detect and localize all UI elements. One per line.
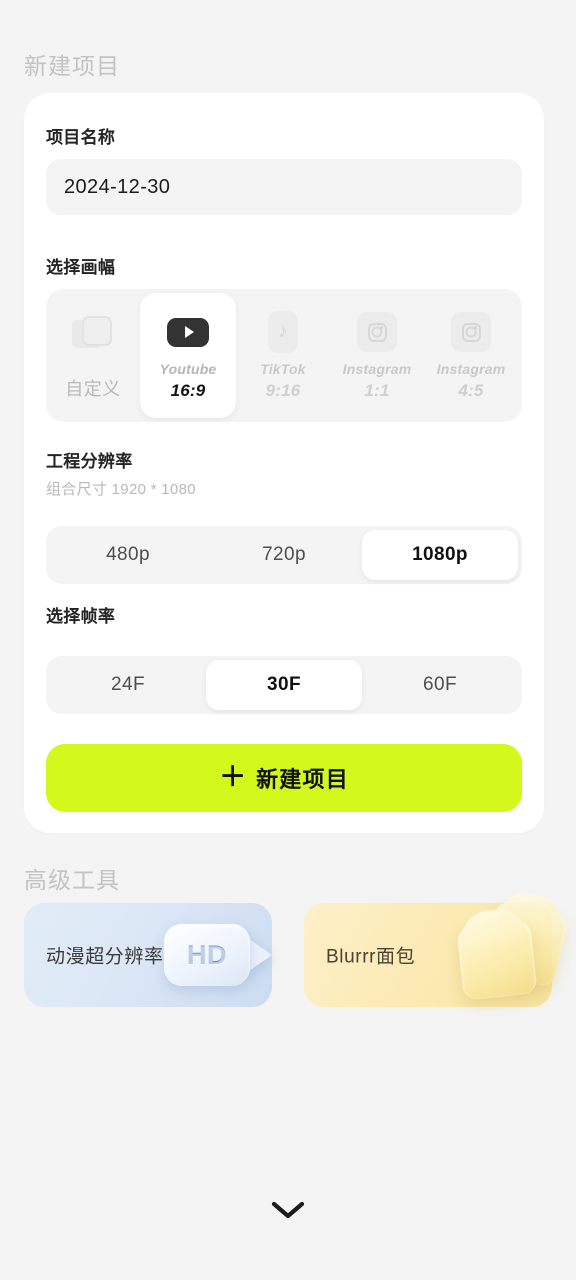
resolution-label: 工程分辨率 — [46, 452, 133, 471]
aspect-option-instagram-4-5[interactable]: Instagram 4:5 — [424, 289, 518, 422]
aspect-option-ratio: 4:5 — [458, 380, 484, 400]
aspect-ratio-carousel[interactable]: 自定义 Youtube 16:9 ♪ TikTok 9:16 Instagram… — [46, 289, 522, 422]
aspect-option-brand: TikTok — [260, 361, 306, 378]
new-project-card: 项目名称 选择画幅 自定义 Youtube 16:9 ♪ Ti — [24, 93, 544, 833]
create-project-label: 新建项目 — [256, 767, 349, 792]
aspect-ratio-label: 选择画幅 — [46, 258, 116, 277]
section-title-advanced-tools: 高级工具 — [24, 867, 120, 893]
custom-frames-icon — [71, 311, 115, 355]
aspect-option-label: 自定义 — [65, 378, 121, 399]
instagram-icon — [355, 310, 399, 354]
section-title-new-project: 新建项目 — [24, 53, 120, 79]
framerate-segmented-control[interactable]: 24F 30F 60F — [46, 656, 522, 714]
tool-card-anime-upscale[interactable]: 动漫超分辨率 HD — [24, 903, 272, 1007]
project-name-input[interactable] — [46, 159, 522, 215]
plus-icon: ＋ — [219, 761, 247, 792]
aspect-option-brand: Instagram — [342, 361, 412, 378]
framerate-option-24f[interactable]: 24F — [50, 660, 206, 710]
aspect-option-custom[interactable]: 自定义 — [46, 289, 140, 422]
tiktok-icon: ♪ — [261, 310, 305, 354]
youtube-icon — [166, 310, 210, 354]
resolution-segmented-control[interactable]: 480p 720p 1080p — [46, 526, 522, 584]
project-name-label: 项目名称 — [46, 128, 116, 147]
framerate-option-30f[interactable]: 30F — [206, 660, 362, 710]
resolution-option-480p[interactable]: 480p — [50, 530, 206, 580]
aspect-option-tiktok[interactable]: ♪ TikTok 9:16 — [236, 289, 330, 422]
chevron-down-icon[interactable] — [268, 1198, 308, 1222]
hd-camera-icon: HD — [164, 912, 290, 998]
framerate-option-60f[interactable]: 60F — [362, 660, 518, 710]
aspect-option-brand: Instagram — [436, 361, 506, 378]
aspect-option-ratio: 9:16 — [265, 380, 301, 400]
create-project-button[interactable]: ＋ 新建项目 — [46, 744, 522, 812]
aspect-option-youtube[interactable]: Youtube 16:9 — [140, 293, 236, 418]
tool-card-label: Blurrr面包 — [326, 946, 416, 968]
resolution-option-720p[interactable]: 720p — [206, 530, 362, 580]
aspect-option-instagram-1-1[interactable]: Instagram 1:1 — [330, 289, 424, 422]
aspect-option-ratio: 16:9 — [170, 380, 206, 400]
resolution-sublabel: 组合尺寸 1920 * 1080 — [46, 481, 196, 498]
bread-icon — [428, 900, 569, 1007]
resolution-option-1080p[interactable]: 1080p — [362, 530, 518, 580]
tool-card-label: 动漫超分辨率 — [46, 946, 164, 968]
aspect-option-brand: Youtube — [159, 361, 217, 378]
tool-card-blurrr-bread[interactable]: Blurrr面包 — [304, 900, 569, 1007]
instagram-icon — [449, 310, 493, 354]
aspect-option-ratio: 1:1 — [364, 380, 390, 400]
framerate-label: 选择帧率 — [46, 607, 116, 626]
